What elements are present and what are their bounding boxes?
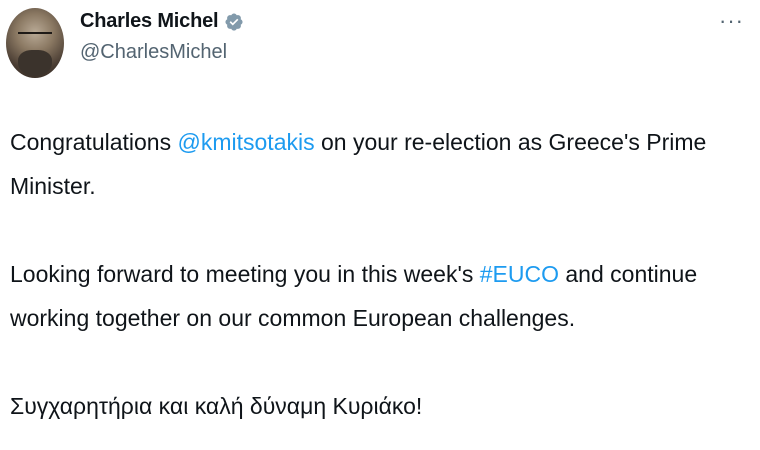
mention-link[interactable]: @kmitsotakis bbox=[178, 129, 315, 155]
tweet-paragraph-2: Looking forward to meeting you in this w… bbox=[10, 252, 740, 340]
tweet-paragraph-3: Συγχαρητήρια και καλή δύναμη Κυριάκο! bbox=[10, 393, 423, 419]
tweet-header: Charles Michel @CharlesMichel bbox=[6, 8, 244, 78]
tweet-text: Congratulations @kmitsotakis on your re-… bbox=[10, 120, 740, 428]
user-handle[interactable]: @CharlesMichel bbox=[80, 41, 244, 64]
avatar-glasses bbox=[18, 32, 52, 42]
more-options-icon[interactable]: ··· bbox=[719, 8, 744, 34]
text-segment: Congratulations bbox=[10, 129, 178, 155]
tweet-card: Charles Michel @CharlesMichel ··· Congra… bbox=[0, 0, 760, 450]
display-name[interactable]: Charles Michel bbox=[80, 10, 219, 33]
tweet-paragraph-1: Congratulations @kmitsotakis on your re-… bbox=[10, 120, 740, 208]
hashtag-link[interactable]: #EUCO bbox=[480, 261, 559, 287]
verified-badge-icon[interactable] bbox=[224, 12, 244, 32]
author-names: Charles Michel @CharlesMichel bbox=[80, 10, 244, 64]
name-row: Charles Michel bbox=[80, 10, 244, 33]
text-segment: Looking forward to meeting you in this w… bbox=[10, 261, 480, 287]
avatar-beard bbox=[18, 50, 52, 76]
avatar[interactable] bbox=[6, 8, 64, 78]
